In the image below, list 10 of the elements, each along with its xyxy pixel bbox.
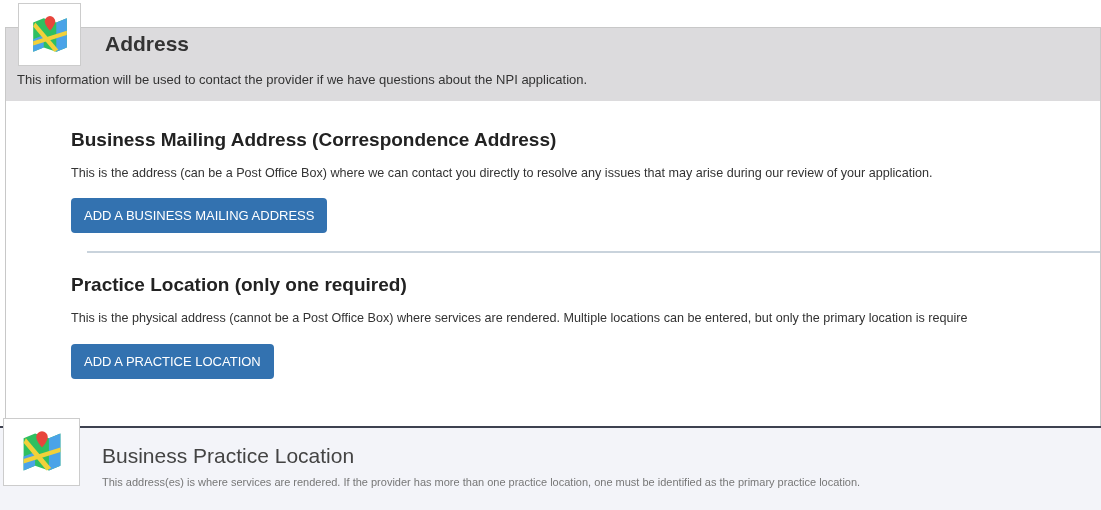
section-title: Practice Location (only one required) <box>71 273 407 298</box>
panel-title: Address <box>105 31 190 57</box>
section-description: This is the physical address (cannot be a Post Office Box) where services are rendered. Multiple locations can be entered, but only the primary location is require <box>71 309 968 327</box>
add-button[interactable]: ADD A PRACTICE LOCATION <box>71 343 274 379</box>
section-description: This is the address (can be a Post Office Box) where we can contact you directly to resolve any issues that may arise during our review of your application. <box>71 164 933 182</box>
section-title: Business Mailing Address (Correspondence Address) <box>71 128 557 152</box>
panel-description: This information will be used to contact the provider if we have questions about the NPI application. <box>17 71 588 89</box>
panel-title: Business Practice Location <box>102 443 355 469</box>
panel-description: This address(es) is where services are rendered. If the provider has more than one practice location, one must be identified as the primary practice location. <box>102 475 861 490</box>
add-button[interactable]: ADD A BUSINESS MAILING ADDRESS <box>71 198 328 234</box>
